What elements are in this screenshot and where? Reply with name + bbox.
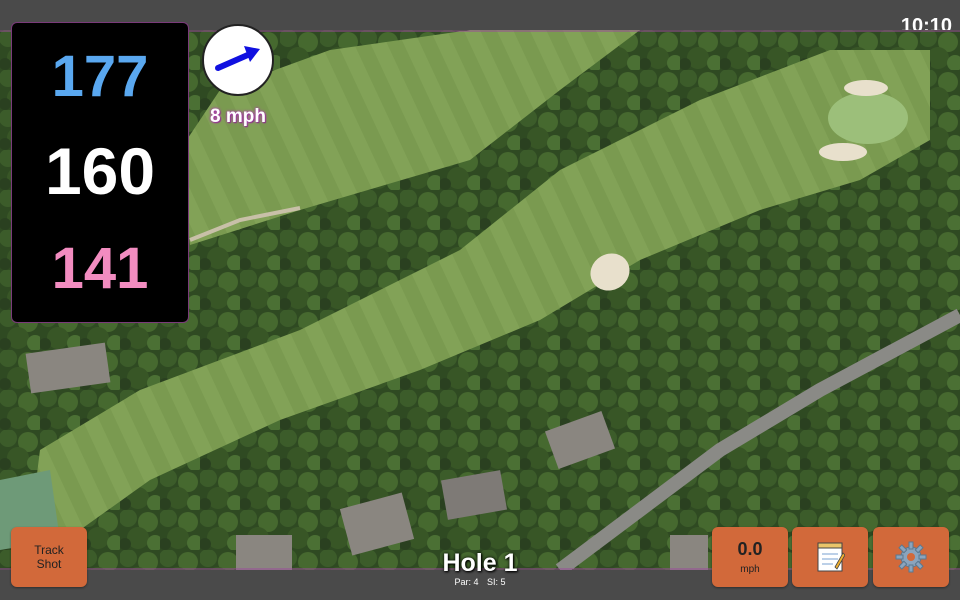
house <box>670 535 708 570</box>
bunker <box>819 143 867 161</box>
hole-title: Hole 1 <box>442 549 518 577</box>
track-shot-label-2: Shot <box>36 557 62 571</box>
speed-button[interactable]: 0.0 mph <box>712 527 788 587</box>
green <box>828 92 908 144</box>
hole-par: Par: 4 <box>454 577 479 587</box>
hole-si: SI: 5 <box>487 577 506 587</box>
back-yardage: 177 <box>51 44 149 109</box>
gear-icon <box>895 541 927 573</box>
track-shot-label-1: Track <box>34 543 64 557</box>
yardage-panel: 177 160 141 <box>11 22 189 323</box>
speed-unit: mph <box>740 564 760 575</box>
settings-button[interactable] <box>873 527 949 587</box>
middle-yardage: 160 <box>44 134 156 208</box>
notepad-icon <box>817 542 845 572</box>
house <box>236 535 292 570</box>
wind-speed: 8 mph <box>210 106 266 127</box>
wind-indicator <box>202 24 274 96</box>
notes-button[interactable] <box>792 527 868 587</box>
bunker <box>844 80 888 96</box>
wind-arrow-icon <box>215 46 260 71</box>
speed-value: 0.0 <box>737 539 763 559</box>
hole-info: Par: 4 SI: 5 <box>420 577 540 587</box>
front-yardage: 141 <box>51 236 149 301</box>
track-shot-button[interactable]: Track Shot <box>11 527 87 587</box>
